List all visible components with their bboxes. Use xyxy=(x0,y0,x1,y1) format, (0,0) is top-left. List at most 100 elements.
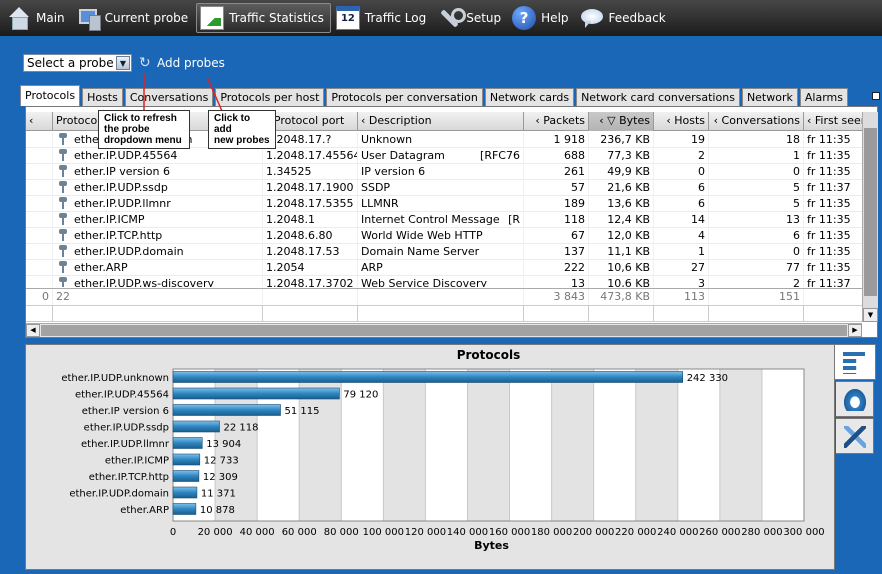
probe-select[interactable]: Select a probe ▼ xyxy=(23,54,132,72)
filter-cell-6[interactable] xyxy=(654,306,709,322)
packets-cell: 189 xyxy=(524,196,589,212)
vertical-scrollbar[interactable]: ▼ xyxy=(862,112,878,322)
bar-value-label: 12 733 xyxy=(204,456,239,467)
column-header-6[interactable]: ‹ Hosts xyxy=(654,112,709,131)
row-marker-cell xyxy=(26,148,53,164)
tab-protocols[interactable]: Protocols xyxy=(20,85,81,106)
table-row[interactable]: ether.IP.ICMP 1.2048.1 Internet Control Me… xyxy=(26,212,862,228)
nav-main-label: Main xyxy=(36,11,65,25)
description-ref: [RFC76 xyxy=(480,149,520,162)
nav-main[interactable]: Main xyxy=(4,3,71,33)
table-row[interactable]: ether.IP.UDP.ws-discovery 1.2048.17.3702 W… xyxy=(26,276,862,287)
bar xyxy=(172,404,281,416)
table-row[interactable]: ether.IP version 6 1.34525 IP version 6 261… xyxy=(26,164,862,180)
line-chart-icon xyxy=(844,426,866,448)
nav-feedback[interactable]: Feedback xyxy=(577,3,672,33)
total-cell-1: 22 xyxy=(53,289,263,305)
protocol-cell: ether.IP.UDP.45564 xyxy=(53,148,263,164)
scroll-down-icon[interactable]: ▼ xyxy=(863,308,878,322)
vertical-scroll-thumb[interactable] xyxy=(864,128,877,296)
column-header-4[interactable]: ‹ Packets xyxy=(524,112,589,131)
scroll-left-icon[interactable]: ◀ xyxy=(26,324,40,337)
x-tick-label: 0 xyxy=(170,527,176,538)
protocol-icon xyxy=(56,181,70,193)
row-marker-cell xyxy=(26,196,53,212)
port-cell: 1.2048.6.80 xyxy=(263,228,358,244)
tab-protocols-per-conversation[interactable]: Protocols per conversation xyxy=(326,88,483,106)
main-toolbar: Main Current probe Traffic Statistics 12… xyxy=(0,0,882,36)
protocol-cell: ether.IP.UDP.llmnr xyxy=(53,196,263,212)
nav-traffic-log[interactable]: 12 Traffic Log xyxy=(333,3,432,33)
restore-window-icon[interactable] xyxy=(872,92,880,100)
table-row[interactable]: ether.IP.TCP.http 1.2048.6.80 World Wide W… xyxy=(26,228,862,244)
table-row[interactable]: ether.ARP 1.2054 ARP 222 10,6 KB 27 77 fr 11:35 xyxy=(26,260,862,276)
description-text: LLMNR xyxy=(361,197,399,210)
refresh-icon[interactable]: ↻ xyxy=(139,56,153,70)
horizontal-scroll-thumb[interactable] xyxy=(41,325,847,336)
protocol-icon xyxy=(56,277,70,287)
packets-cell: 688 xyxy=(524,148,589,164)
line-chart-tab[interactable] xyxy=(836,418,874,454)
chevron-down-icon[interactable]: ▼ xyxy=(116,56,130,70)
protocol-cell: ether.IP version 6 xyxy=(53,164,263,180)
tab-network-cards[interactable]: Network cards xyxy=(484,88,575,106)
protocol-icon xyxy=(56,213,70,225)
port-cell: 1.2048.17.5355 xyxy=(263,196,358,212)
x-tick-label: 200 000 xyxy=(573,527,614,538)
filter-cell-5[interactable] xyxy=(589,306,654,322)
scroll-right-icon[interactable]: ▶ xyxy=(848,324,862,337)
category-label: ether.IP version 6 xyxy=(82,406,169,417)
conversations-cell: 6 xyxy=(709,228,804,244)
bar xyxy=(172,470,200,482)
row-marker-cell xyxy=(26,260,53,276)
horizontal-scrollbar[interactable]: ◀ ▶ xyxy=(26,323,862,337)
pie-chart-icon xyxy=(844,389,866,411)
description-text: Unknown xyxy=(361,133,413,146)
bar xyxy=(172,420,220,433)
table-row[interactable]: ether.IP.UDP.45564 1.2048.17.45564 User Da… xyxy=(26,148,862,164)
bytes-cell: 10,6 KB xyxy=(589,260,654,276)
filter-cell-0[interactable] xyxy=(26,306,53,322)
table-row[interactable]: ether.IP.UDP.llmnr 1.2048.17.5355 LLMNR 189… xyxy=(26,196,862,212)
description-cell: Unknown xyxy=(358,132,524,148)
filter-cell-1[interactable] xyxy=(53,306,263,322)
bar-chart-tab[interactable] xyxy=(835,344,876,380)
first-seen-cell: fr 11:35 xyxy=(804,148,862,164)
column-header-5[interactable]: ‹ ▽ Bytes xyxy=(589,112,654,131)
nav-help[interactable]: ? Help xyxy=(509,3,574,33)
chart-title: Protocols xyxy=(457,348,521,362)
nav-current-probe[interactable]: Current probe xyxy=(73,3,195,33)
filter-cell-4[interactable] xyxy=(524,306,589,322)
nav-setup[interactable]: Setup xyxy=(434,3,507,33)
bytes-cell: 13,6 KB xyxy=(589,196,654,212)
tab-conversations[interactable]: Conversations xyxy=(124,88,214,106)
tab-protocols-per-host[interactable]: Protocols per host xyxy=(215,88,325,106)
chart-icon xyxy=(200,6,225,30)
description-text: World Wide Web HTTP xyxy=(361,229,483,242)
column-header-3[interactable]: ‹ Description xyxy=(358,112,524,131)
column-header-7[interactable]: ‹ Conversations xyxy=(709,112,804,131)
filter-cell-3[interactable] xyxy=(358,306,524,322)
tab-network-card-conversations[interactable]: Network card conversations xyxy=(576,88,740,106)
table-row[interactable]: ether.IP.UDP.domain 1.2048.17.53 Domain Na… xyxy=(26,244,862,260)
tab-hosts[interactable]: Hosts xyxy=(82,88,123,106)
conversations-cell: 0 xyxy=(709,164,804,180)
bytes-cell: 49,9 KB xyxy=(589,164,654,180)
column-header-0[interactable]: ‹ xyxy=(26,112,53,131)
table-body: ether.IP.UDP.unknown1.2048.17.?Unknown1 … xyxy=(26,132,862,287)
bytes-cell: 10,6 KB xyxy=(589,276,654,287)
table-row[interactable]: ether.IP.UDP.ssdp 1.2048.17.1900 SSDP 57 21,… xyxy=(26,180,862,196)
probe-select-value: Select a probe xyxy=(27,56,114,70)
add-probes-button[interactable]: Add probes xyxy=(157,56,225,70)
description-cell: Web Service Discovery xyxy=(358,276,524,287)
filter-cell-2[interactable] xyxy=(263,306,358,322)
description-text: Internet Control Message xyxy=(361,213,500,226)
tab-alarms[interactable]: Alarms xyxy=(799,88,848,106)
pie-chart-tab[interactable] xyxy=(836,381,874,417)
nav-traffic-statistics[interactable]: Traffic Statistics xyxy=(196,3,331,33)
column-header-2[interactable]: ‹ Protocol port xyxy=(263,112,358,131)
tab-network[interactable]: Network xyxy=(741,88,798,106)
house-icon xyxy=(7,6,31,30)
bar xyxy=(172,453,201,466)
filter-cell-7[interactable] xyxy=(709,306,804,322)
